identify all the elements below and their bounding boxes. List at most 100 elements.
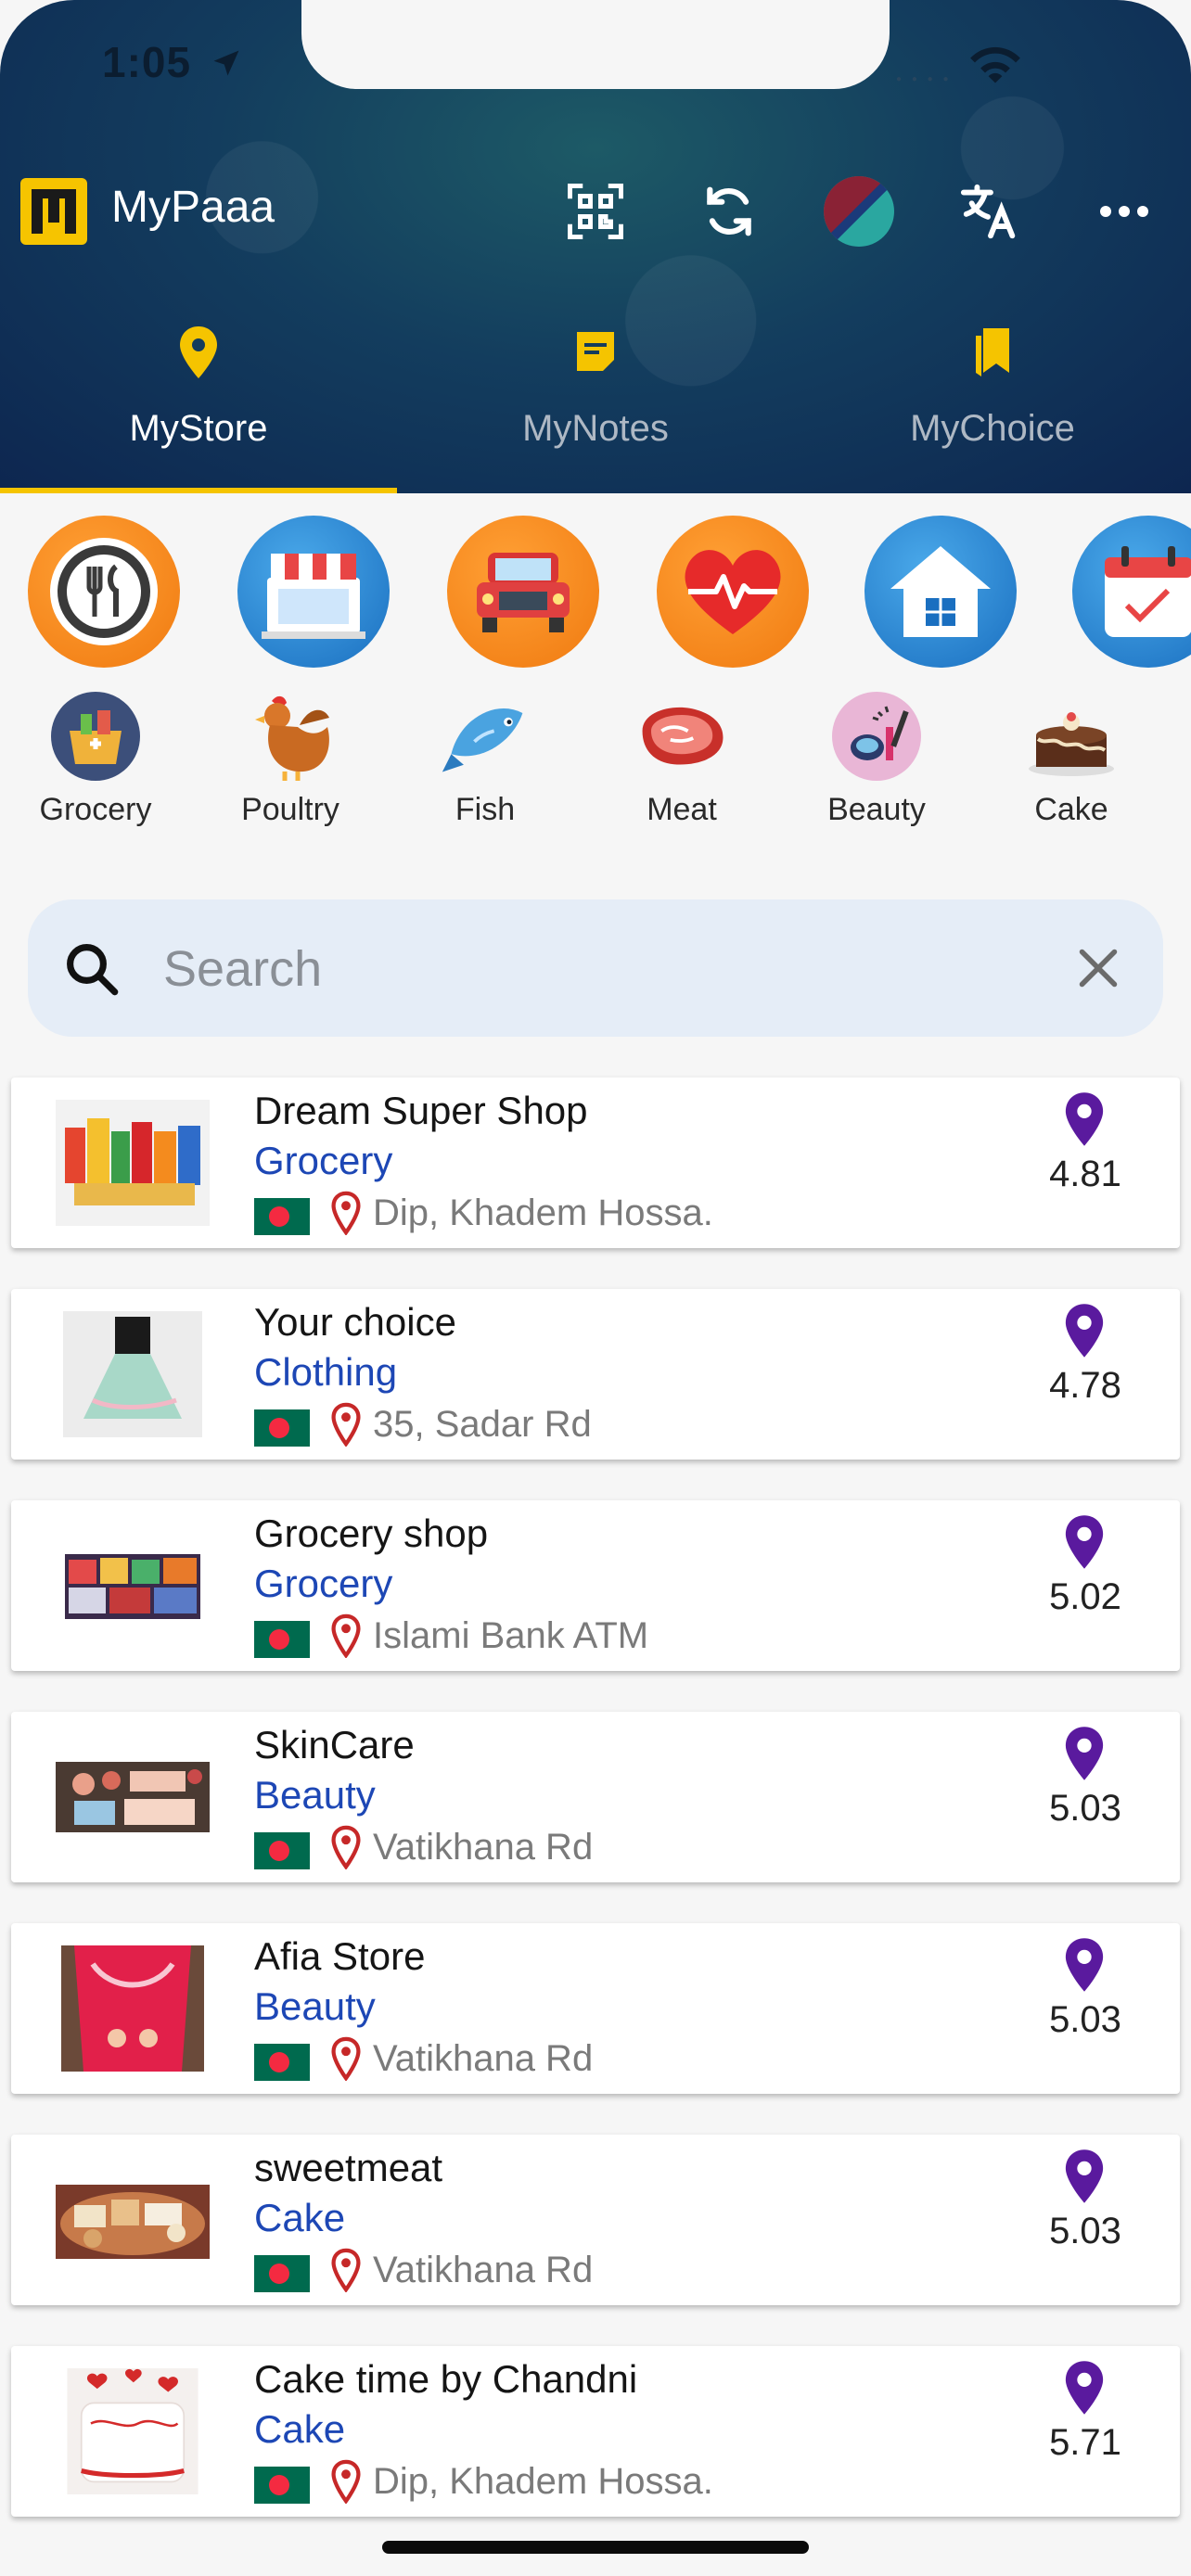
- meat-icon: [635, 688, 728, 784]
- tab-mynotes[interactable]: MyNotes: [397, 315, 794, 493]
- store-category: Cake: [254, 2407, 346, 2451]
- bangladesh-flag-icon: [254, 2255, 310, 2292]
- signal-icon: ● ● ● ●: [896, 74, 953, 84]
- makeup-icon: [830, 688, 923, 784]
- store-address: Dip, Khadem Hossa.: [373, 2461, 713, 2502]
- home-indicator[interactable]: [382, 2541, 809, 2554]
- store-address: 35, Sadar Rd: [373, 1404, 592, 1445]
- tab-mystore[interactable]: MyStore: [0, 315, 397, 493]
- profile-avatar[interactable]: [820, 172, 898, 250]
- store-category: Grocery: [254, 1562, 393, 1605]
- active-tab-indicator: [0, 488, 397, 493]
- tab-label: MyChoice: [910, 408, 1075, 449]
- store-name: Your choice: [254, 1300, 456, 1344]
- bangladesh-flag-icon: [254, 2044, 310, 2081]
- store-thumbnail: [67, 2368, 198, 2494]
- device-notch: [301, 0, 890, 89]
- close-icon[interactable]: [1070, 940, 1126, 996]
- home-icon: [890, 546, 991, 637]
- store-name: Cake time by Chandni: [254, 2357, 638, 2401]
- app-logo: [20, 178, 87, 245]
- category-restaurant[interactable]: [28, 516, 180, 668]
- store-address: Vatikhana Rd: [373, 1827, 594, 1868]
- wifi-icon: [970, 46, 1020, 83]
- subcategory-label: Fish: [455, 792, 516, 827]
- map-pin-icon[interactable]: [1063, 1090, 1106, 1148]
- bookmarks-icon: [976, 328, 1009, 376]
- tab-bar: MyStore MyNotes MyChoice: [0, 315, 1191, 493]
- search-bar: [28, 899, 1163, 1037]
- store-rating: 4.78: [1049, 1365, 1121, 1406]
- subcategory-cake[interactable]: Cake: [983, 688, 1159, 828]
- store-address: Islami Bank ATM: [373, 1615, 649, 1656]
- location-pin-icon: [331, 2248, 361, 2292]
- store-card[interactable]: Cake time by Chandni Cake Dip, Khadem Ho…: [11, 2346, 1180, 2517]
- tab-mychoice[interactable]: MyChoice: [794, 315, 1191, 493]
- store-thumbnail: [56, 1311, 210, 1437]
- category-calendar[interactable]: [1072, 516, 1191, 668]
- store-card[interactable]: Dream Super Shop Grocery Dip, Khadem Hos…: [11, 1078, 1180, 1248]
- subcategory-poultry[interactable]: Poultry: [202, 688, 378, 828]
- store-card[interactable]: Grocery shop Grocery Islami Bank ATM 5.0…: [11, 1500, 1180, 1671]
- bangladesh-flag-icon: [254, 1409, 310, 1447]
- map-pin-icon[interactable]: [1063, 2359, 1106, 2417]
- store-thumbnail: [56, 1523, 210, 1649]
- map-pin-icon[interactable]: [1063, 1302, 1106, 1359]
- category-home[interactable]: [864, 516, 1017, 668]
- map-pin-icon[interactable]: [1063, 1936, 1106, 1994]
- store-card[interactable]: Afia Store Beauty Vatikhana Rd 5.03: [11, 1923, 1180, 2094]
- more-options-icon[interactable]: [1085, 172, 1163, 250]
- translate-icon[interactable]: [952, 172, 1030, 250]
- map-pin-icon[interactable]: [1063, 2148, 1106, 2205]
- subcategory-label: Poultry: [241, 792, 339, 827]
- store-address: Vatikhana Rd: [373, 2250, 594, 2290]
- bangladesh-flag-icon: [254, 1832, 310, 1869]
- store-rating: 5.71: [1049, 2422, 1121, 2463]
- subcategory-beauty[interactable]: Beauty: [788, 688, 965, 828]
- map-pin-icon[interactable]: [1063, 1725, 1106, 1782]
- store-rating: 5.03: [1049, 2211, 1121, 2251]
- bangladesh-flag-icon: [254, 1198, 310, 1235]
- subcategory-meat[interactable]: Meat: [594, 688, 770, 828]
- app-title: MyPaaa: [111, 183, 275, 232]
- location-pin-icon: [331, 1613, 361, 1658]
- store-category: Beauty: [254, 1984, 376, 2028]
- category-health[interactable]: [657, 516, 809, 668]
- store-card[interactable]: SkinCare Beauty Vatikhana Rd 5.03: [11, 1712, 1180, 1882]
- store-category: Clothing: [254, 1350, 398, 1394]
- fish-icon: [439, 688, 531, 784]
- location-arrow-icon: [213, 50, 239, 76]
- subcategory-label: Grocery: [39, 792, 152, 827]
- app-header: 1:05 ● ● ● ● MyPaaa MyStore MyNotes MyCh…: [0, 0, 1191, 493]
- store-rating: 5.02: [1049, 1576, 1121, 1617]
- search-icon: [67, 944, 119, 996]
- subcategory-grocery[interactable]: Grocery: [7, 688, 184, 828]
- store-category: Grocery: [254, 1139, 393, 1182]
- location-pin-icon: [180, 326, 217, 378]
- store-name: Dream Super Shop: [254, 1089, 588, 1132]
- store-card[interactable]: Your choice Clothing 35, Sadar Rd 4.78: [11, 1289, 1180, 1460]
- store-address: Dip, Khadem Hossa.: [373, 1192, 713, 1233]
- refresh-icon[interactable]: [690, 172, 768, 250]
- category-car[interactable]: [447, 516, 599, 668]
- store-address: Vatikhana Rd: [373, 2038, 594, 2079]
- store-thumbnail: [56, 1945, 210, 2072]
- store-thumbnail: [56, 1734, 210, 1860]
- map-pin-icon[interactable]: [1063, 1513, 1106, 1571]
- store-rating: 5.03: [1049, 1999, 1121, 2040]
- qr-scan-icon[interactable]: [557, 172, 634, 250]
- category-shop[interactable]: [237, 516, 390, 668]
- location-pin-icon: [331, 2036, 361, 2081]
- search-input[interactable]: [161, 933, 1000, 1005]
- store-card[interactable]: sweetmeat Cake Vatikhana Rd 5.03: [11, 2135, 1180, 2305]
- store-category: Beauty: [254, 1773, 376, 1817]
- restaurant-icon: [50, 538, 158, 645]
- bangladesh-flag-icon: [254, 2467, 310, 2504]
- location-pin-icon: [331, 1825, 361, 1869]
- note-icon: [577, 332, 614, 371]
- subcategory-label: Beauty: [827, 792, 926, 827]
- store-name: SkinCare: [254, 1723, 415, 1766]
- cake-icon: [1025, 688, 1118, 784]
- location-pin-icon: [331, 2459, 361, 2504]
- subcategory-fish[interactable]: Fish: [397, 688, 573, 828]
